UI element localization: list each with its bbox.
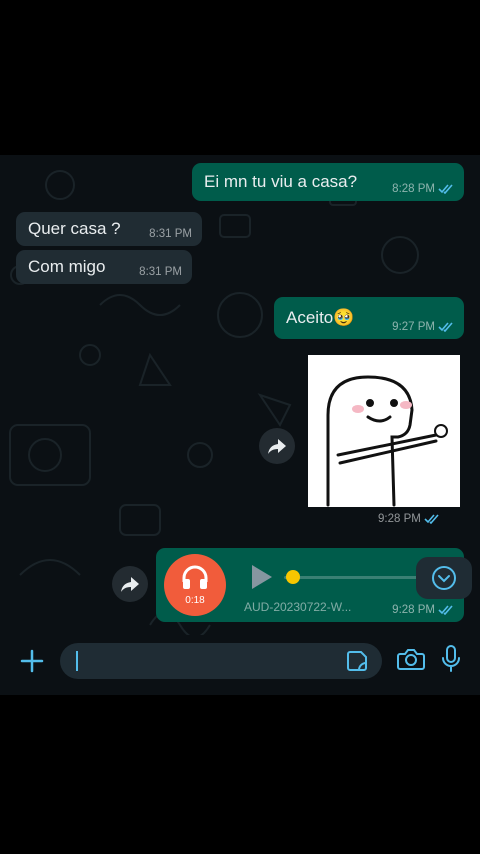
forward-icon [268,439,286,454]
message-time: 9:28 PM [378,513,421,525]
message-input[interactable] [60,643,382,679]
input-bar [0,635,480,695]
message-text: Ei mn tu viu a casa? [204,172,358,191]
message-text: Quer casa ? [28,219,121,238]
audio-progress-knob[interactable] [286,570,300,584]
outgoing-message[interactable]: Ei mn tu viu a casa? 8:28 PM [192,163,464,201]
forward-button[interactable] [259,428,295,464]
forward-button[interactable] [112,566,148,602]
read-ticks-icon [438,605,453,615]
incoming-message[interactable]: Com migo 8:31 PM [16,250,192,284]
flork-sticker-image [326,375,448,507]
message-time: 8:28 PM [392,183,435,195]
audio-avatar: 0:18 [164,554,226,616]
camera-icon[interactable] [397,648,425,670]
plus-icon[interactable] [20,649,44,673]
incoming-message[interactable]: Quer casa ? 8:31 PM [16,212,202,246]
read-ticks-icon [424,514,439,524]
message-time: 8:31 PM [149,228,192,240]
message-time: 8:31 PM [139,266,182,278]
play-icon[interactable] [250,564,274,590]
message-text: Aceito🥹 [286,308,355,327]
scroll-down-button[interactable] [416,557,472,599]
audio-duration: 0:18 [185,595,205,606]
text-cursor [76,651,78,671]
message-time: 9:28 PM [392,604,435,616]
scroll-down-icon [432,566,456,590]
message-time: 9:27 PM [392,321,435,333]
read-ticks-icon [438,184,453,194]
message-text: Com migo [28,257,106,276]
read-ticks-icon [438,322,453,332]
chat-area: Ei mn tu viu a casa? 8:28 PM Quer casa ?… [0,155,480,695]
headphones-icon [182,565,208,589]
mic-icon[interactable] [441,645,461,673]
forward-icon [121,577,139,592]
outgoing-message[interactable]: Aceito🥹 9:27 PM [274,297,464,339]
audio-filename: AUD-20230722-W... [244,600,352,614]
sticker-message[interactable] [308,355,460,507]
sticker-icon[interactable] [346,650,368,672]
